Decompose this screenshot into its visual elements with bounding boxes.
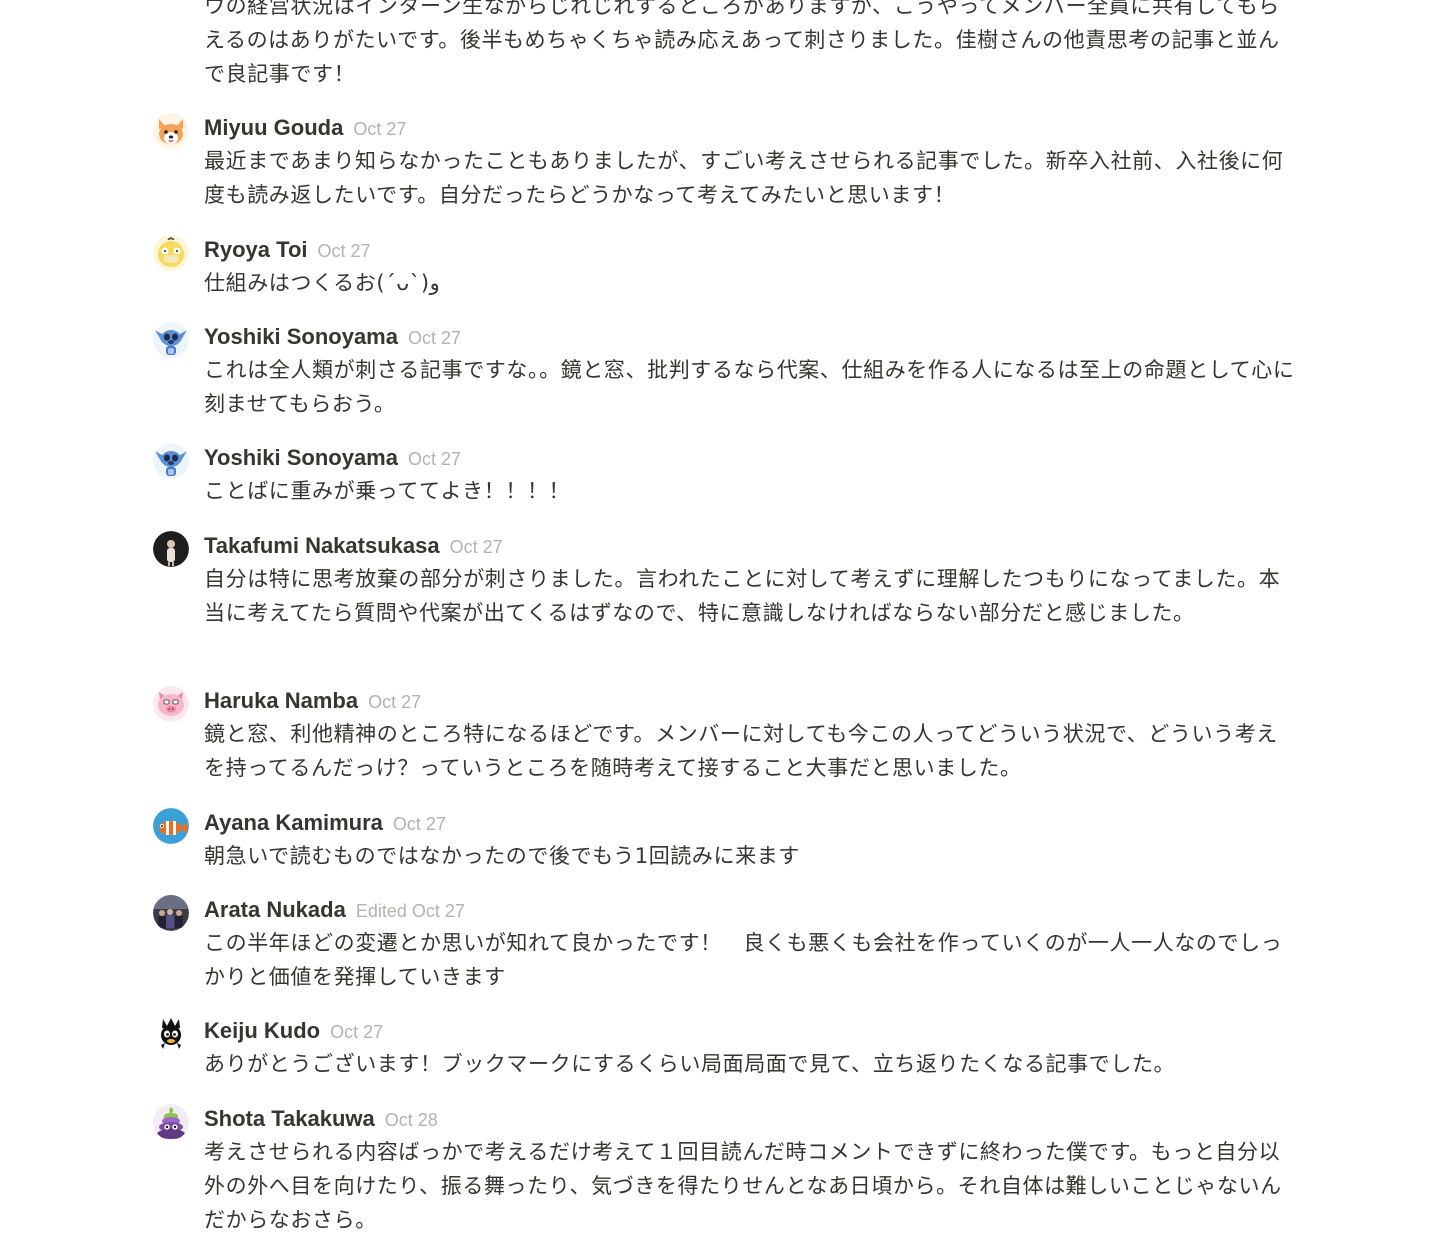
comment-timestamp[interactable]: Oct 27	[330, 1022, 383, 1042]
comment-text-truncated: ウの経営状況はインターン生ながらじれじれするところがありますが、こうやってメンバ…	[204, 0, 1280, 86]
group-photo-avatar-icon	[153, 895, 189, 931]
comment-timestamp[interactable]: Oct 27	[408, 449, 461, 469]
comment-timestamp[interactable]: Oct 27	[318, 241, 371, 261]
comment-text: 鏡と窓、利他精神のところ特になるほどです。メンバーに対しても今この人ってどういう…	[204, 722, 1278, 780]
comment-text: ありがとうございます！ブックマークにするくらい局面局面で見て、立ち返りたくなる記…	[204, 1052, 1176, 1076]
avatar[interactable]	[153, 808, 189, 844]
comment-timestamp[interactable]: Oct 27	[353, 119, 406, 139]
avatar[interactable]	[153, 322, 189, 358]
avatar[interactable]	[153, 686, 189, 722]
comment-thread: ウの経営状況はインターン生ながらじれじれするところがありますが、こうやってメンバ…	[0, 0, 1440, 1240]
comment-text: これは全人類が刺さる記事ですな。。鏡と窓、批判するなら代案、仕組みを作る人になる…	[204, 358, 1295, 416]
comment-text: ことばに重みが乗っててよき！！！！	[204, 479, 571, 503]
comment-header: Haruka Namba Oct 27	[204, 686, 421, 716]
avatar[interactable]	[153, 895, 189, 931]
avatar[interactable]	[153, 1016, 189, 1052]
comment-header: Arata Nukada Edited Oct 27	[204, 895, 465, 925]
stitch-avatar-icon	[153, 443, 189, 479]
avatar[interactable]	[153, 443, 189, 479]
comment-author[interactable]: Keiju Kudo	[204, 1018, 320, 1043]
comment-author[interactable]: Haruka Namba	[204, 688, 358, 713]
comment-author[interactable]: Shota Takakuwa	[204, 1106, 375, 1131]
comment-timestamp[interactable]: Oct 28	[385, 1110, 438, 1130]
comment-author[interactable]: Yoshiki Sonoyama	[204, 324, 398, 349]
comment-text: この半年ほどの変遷とか思いが知れて良かったです！ 良くも悪くも会社を作っていくの…	[204, 931, 1283, 989]
comment-timestamp[interactable]: Oct 27	[393, 814, 446, 834]
comment-author[interactable]: Arata Nukada	[204, 897, 346, 922]
comment-text: 仕組みはつくるお(´ᴗ`)و	[204, 271, 440, 295]
comment-timestamp[interactable]: Oct 27	[368, 692, 421, 712]
comment-header: Miyuu Gouda Oct 27	[204, 113, 406, 143]
psyduck-avatar-icon	[153, 235, 189, 271]
comment-author[interactable]: Takafumi Nakatsukasa	[204, 533, 440, 558]
clownfish-avatar-icon	[153, 808, 189, 844]
comment-author[interactable]: Yoshiki Sonoyama	[204, 445, 398, 470]
comment-text: 自分は特に思考放棄の部分が刺さりました。言われたことに対して考えずに理解したつも…	[204, 567, 1281, 625]
comment-header: Shota Takakuwa Oct 28	[204, 1104, 438, 1134]
badtz-maru-avatar-icon	[153, 1016, 189, 1052]
avatar[interactable]	[153, 531, 189, 567]
poop-avatar-icon	[153, 1104, 189, 1140]
photo-avatar-icon	[153, 531, 189, 567]
avatar[interactable]	[153, 1104, 189, 1140]
comment-author[interactable]: Miyuu Gouda	[204, 115, 343, 140]
comment-text: 最近まであまり知らなかったこともありましたが、すごい考えさせられる記事でした。新…	[204, 149, 1284, 207]
avatar[interactable]	[153, 113, 189, 149]
stitch-avatar-icon	[153, 322, 189, 358]
pig-avatar-icon	[153, 686, 189, 722]
avatar[interactable]	[153, 235, 189, 271]
comment-header: Keiju Kudo Oct 27	[204, 1016, 383, 1046]
comment-header: Yoshiki Sonoyama Oct 27	[204, 443, 461, 473]
comment-timestamp[interactable]: Oct 27	[408, 328, 461, 348]
comment-header: Yoshiki Sonoyama Oct 27	[204, 322, 461, 352]
comment-header: Takafumi Nakatsukasa Oct 27	[204, 531, 503, 561]
comment-text: 考えさせられる内容ばっかで考えるだけ考えて１回目読んだ時コメントできずに終わった…	[204, 1140, 1282, 1232]
comment-header: Ryoya Toi Oct 27	[204, 235, 371, 265]
comment-author[interactable]: Ayana Kamimura	[204, 810, 383, 835]
comment-timestamp[interactable]: Oct 27	[450, 537, 503, 557]
corgi-avatar-icon	[153, 113, 189, 149]
comment-text: 朝急いで読むものではなかったので後でもう1回読みに来ます	[204, 844, 800, 868]
comment-header: Ayana Kamimura Oct 27	[204, 808, 446, 838]
comment-author[interactable]: Ryoya Toi	[204, 237, 308, 262]
comment-timestamp[interactable]: Edited Oct 27	[356, 901, 465, 921]
